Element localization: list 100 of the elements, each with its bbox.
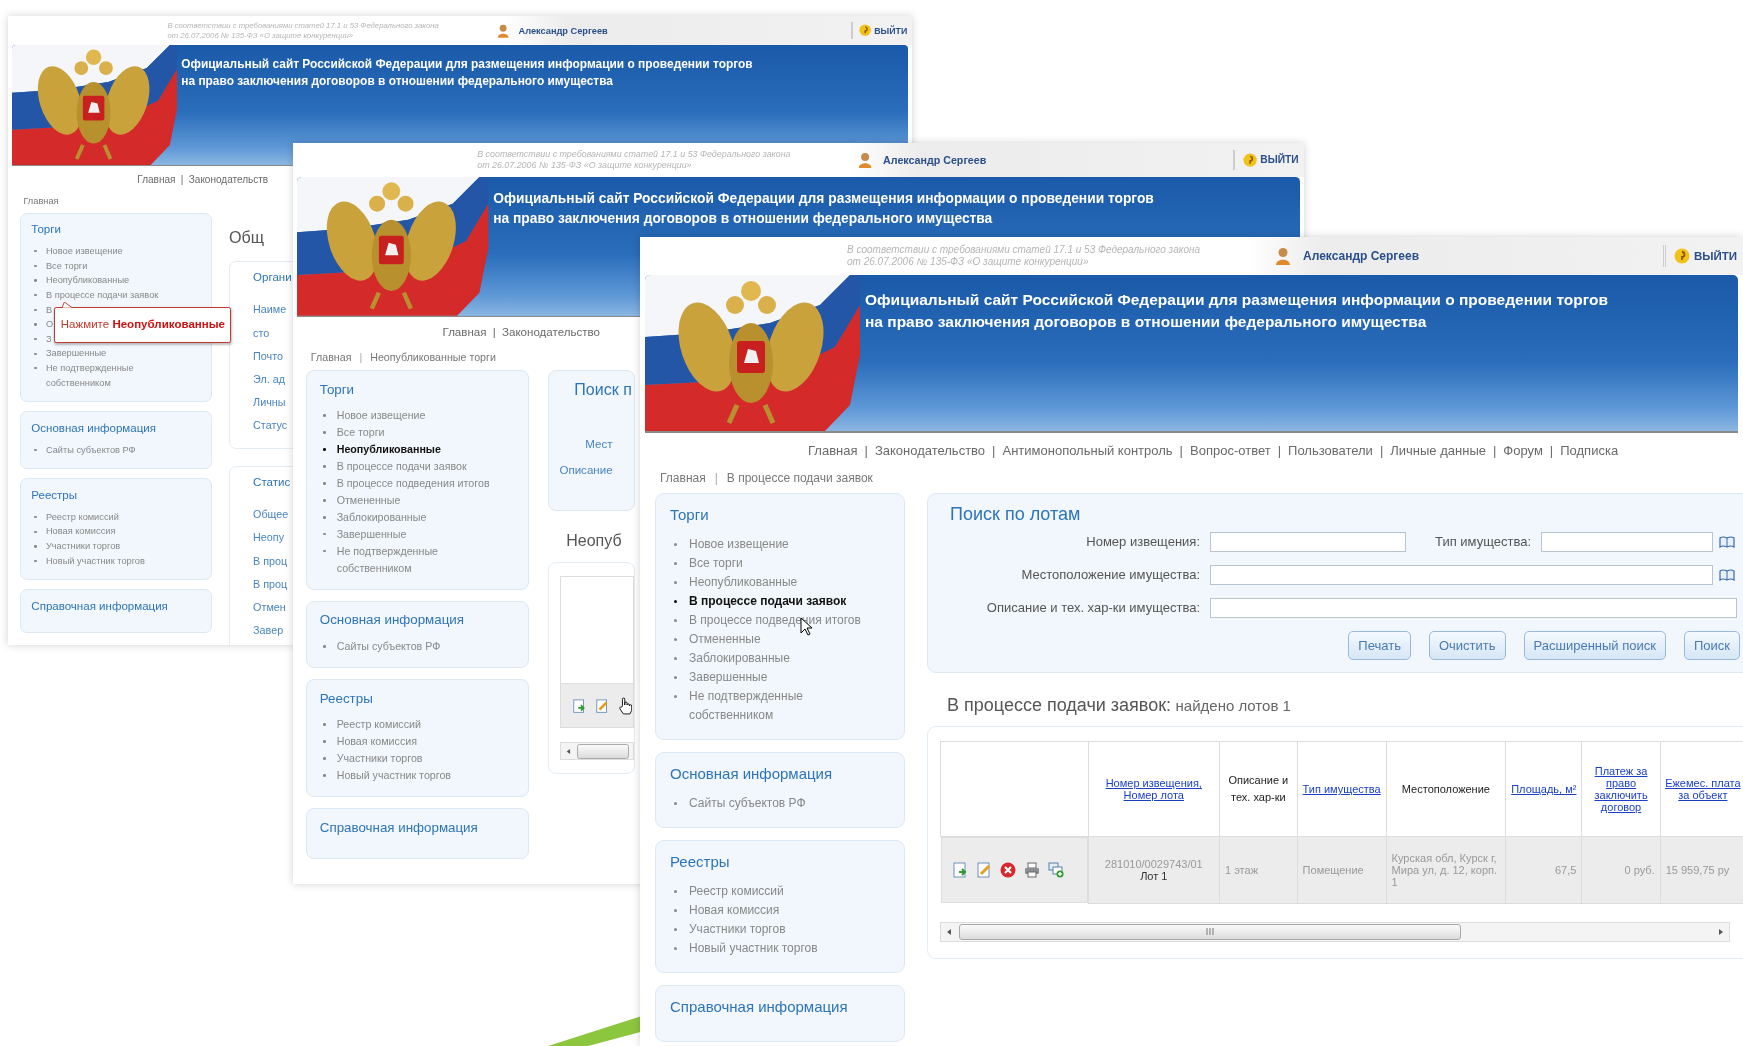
- scroll-left-icon[interactable]: [564, 747, 572, 755]
- edit-icon[interactable]: [594, 698, 610, 713]
- sidebar-link[interactable]: Реестр комиссий: [31, 509, 119, 525]
- book-icon[interactable]: [1719, 568, 1735, 581]
- sidebar-link[interactable]: Заблокированные: [670, 649, 790, 668]
- nav-link[interactable]: Личные данные: [1390, 442, 1486, 458]
- sidebar-heading[interactable]: Торги: [31, 222, 199, 235]
- sidebar-link[interactable]: Завершенные: [31, 346, 107, 361]
- sidebar-link[interactable]: Отмененные: [319, 491, 401, 509]
- input-field[interactable]: [1210, 564, 1713, 585]
- sidebar-heading[interactable]: Реестры: [31, 488, 199, 501]
- nav-link[interactable]: Законодательство: [502, 325, 600, 338]
- scrollbar-thumb[interactable]: [576, 744, 630, 759]
- action-button[interactable]: Очистить: [1428, 631, 1506, 660]
- scrollbar-thumb[interactable]: [959, 923, 1461, 940]
- input-field[interactable]: [1210, 597, 1737, 618]
- logout-link[interactable]: ВЫЙТИ: [1233, 150, 1299, 170]
- breadcrumb-link[interactable]: Главная: [310, 350, 352, 363]
- input-field[interactable]: [1541, 531, 1713, 552]
- sidebar-link[interactable]: Не подтвержденные собственником: [319, 542, 514, 577]
- sidebar-link[interactable]: В процессе подачи заявок: [670, 592, 847, 611]
- sidebar-link[interactable]: Неопубликованные: [319, 441, 441, 459]
- nav-link[interactable]: Главная: [137, 173, 176, 185]
- sidebar-link[interactable]: Неопубликованные: [670, 573, 798, 592]
- sidebar-link[interactable]: Сайты субъектов РФ: [670, 794, 806, 813]
- sidebar-link[interactable]: Завершенные: [670, 668, 768, 687]
- user-name-link[interactable]: Александр Сергеев: [1303, 249, 1420, 263]
- sidebar-link[interactable]: Завершенные: [319, 525, 407, 543]
- scroll-left-icon[interactable]: [945, 927, 953, 936]
- sidebar-link[interactable]: В процессе подачи заявок: [319, 458, 467, 475]
- sidebar-heading[interactable]: Основная информация: [319, 612, 514, 628]
- nav-link[interactable]: Главная: [808, 442, 858, 458]
- sidebar-link[interactable]: Все торги: [670, 554, 743, 573]
- nav-link[interactable]: Пользователи: [1288, 442, 1373, 458]
- windows-add-icon[interactable]: [1047, 862, 1064, 878]
- scroll-right-icon[interactable]: [1717, 927, 1725, 936]
- action-button[interactable]: Расширенный поиск: [1523, 631, 1666, 660]
- sidebar-link[interactable]: В процессе подведения итогов: [319, 475, 490, 492]
- sidebar-link[interactable]: Новый участник торгов: [319, 767, 452, 784]
- sidebar-link[interactable]: Сайты субъектов РФ: [319, 637, 441, 655]
- sidebar-link[interactable]: Заблокированные: [319, 508, 427, 526]
- sidebar-heading[interactable]: Реестры: [319, 690, 514, 706]
- action-button[interactable]: Поиск: [1683, 631, 1740, 660]
- sidebar-link[interactable]: О: [31, 317, 54, 332]
- breadcrumb-link[interactable]: Неопубликованные торги: [370, 350, 496, 363]
- sidebar-link[interactable]: Отмененные: [670, 630, 761, 649]
- breadcrumb-link[interactable]: Главная: [23, 196, 59, 206]
- column-sort-link[interactable]: Площадь, м²: [1510, 783, 1578, 795]
- sidebar-link[interactable]: В процессе подачи заявок: [31, 287, 159, 303]
- sidebar-link[interactable]: Новая комиссия: [319, 733, 417, 751]
- sidebar-link[interactable]: Новое извещение: [670, 535, 789, 554]
- sidebar-link[interactable]: Новый участник торгов: [670, 939, 818, 958]
- nav-link[interactable]: Подписка: [1560, 442, 1619, 458]
- sidebar-link[interactable]: Неопубликованные: [31, 273, 130, 288]
- sidebar-heading[interactable]: Торги: [670, 506, 888, 523]
- sidebar-link[interactable]: Новое извещение: [31, 244, 123, 259]
- nav-link[interactable]: Вопрос-ответ: [1190, 442, 1271, 458]
- sidebar-link[interactable]: Участники торгов: [319, 750, 423, 767]
- sidebar-link[interactable]: Новая комиссия: [31, 524, 116, 540]
- sidebar-link[interactable]: В процессе подведения итогов: [670, 611, 861, 630]
- sidebar-link[interactable]: В: [31, 302, 53, 318]
- nav-link[interactable]: Главная: [442, 325, 487, 338]
- sidebar-heading[interactable]: Основная информация: [31, 421, 199, 434]
- sidebar-link[interactable]: Участники торгов: [31, 539, 121, 554]
- sidebar-link[interactable]: Реестр комиссий: [319, 716, 421, 734]
- sidebar-link[interactable]: Все торги: [31, 258, 88, 274]
- sidebar-link[interactable]: Новая комиссия: [670, 901, 780, 920]
- sidebar-link[interactable]: Новое извещение: [319, 407, 426, 425]
- sidebar-link[interactable]: Участники торгов: [670, 920, 786, 939]
- sidebar-heading[interactable]: Основная информация: [670, 765, 888, 782]
- sidebar-link[interactable]: Не подтвержденные собственником: [670, 687, 888, 725]
- sidebar-link[interactable]: Не подтвержденные собственником: [31, 361, 199, 391]
- user-name-link[interactable]: Александр Сергеев: [883, 153, 987, 166]
- nav-link[interactable]: Законодательство: [874, 442, 986, 458]
- action-button[interactable]: Печать: [1348, 631, 1411, 660]
- sidebar-link[interactable]: Новый участник торгов: [31, 553, 145, 569]
- sidebar-heading[interactable]: Торги: [319, 381, 514, 397]
- sidebar-heading[interactable]: Справочная информация: [319, 819, 514, 835]
- printer-icon[interactable]: [1023, 862, 1040, 878]
- input-field[interactable]: [1210, 531, 1406, 552]
- sidebar-link[interactable]: Сайты субъектов РФ: [31, 442, 136, 458]
- delete-icon[interactable]: [999, 862, 1016, 878]
- horizontal-scrollbar[interactable]: [560, 742, 634, 761]
- breadcrumb-link[interactable]: В процессе подачи заявок: [726, 471, 873, 485]
- sidebar-link[interactable]: Реестр комиссий: [670, 882, 784, 901]
- logout-link[interactable]: ВЫЙТИ: [1662, 245, 1737, 267]
- nav-link[interactable]: Форум: [1503, 442, 1543, 458]
- sidebar-link[interactable]: Все торги: [319, 424, 385, 442]
- column-sort-link[interactable]: Тип имущества: [1301, 783, 1382, 795]
- sidebar-heading[interactable]: Реестры: [670, 853, 888, 870]
- horizontal-scrollbar[interactable]: [940, 921, 1730, 942]
- sidebar-heading[interactable]: Справочная информация: [31, 599, 199, 612]
- nav-link[interactable]: Законодательств: [188, 173, 269, 185]
- nav-link[interactable]: Антимонопольный контроль: [1002, 442, 1173, 458]
- logout-link[interactable]: ВЫЙТИ: [850, 22, 908, 40]
- sidebar-heading[interactable]: Справочная информация: [670, 998, 888, 1015]
- breadcrumb-link[interactable]: Главная: [660, 471, 706, 485]
- sidebar-link[interactable]: З: [31, 331, 52, 347]
- user-name-link[interactable]: Александр Сергеев: [518, 25, 608, 36]
- edit-icon[interactable]: [975, 862, 992, 878]
